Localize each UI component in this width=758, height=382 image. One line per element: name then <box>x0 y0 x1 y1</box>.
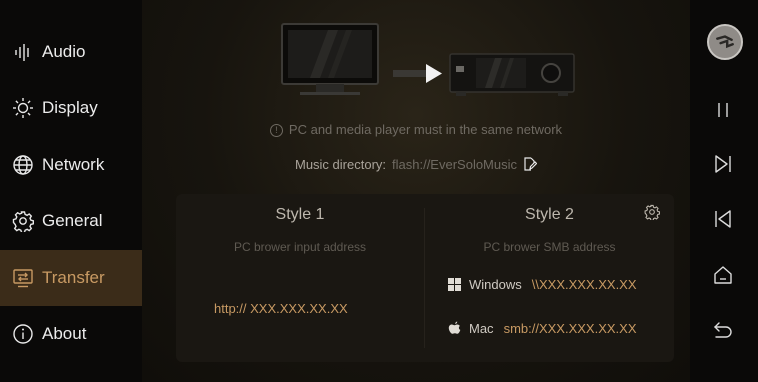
playback-rail <box>690 0 758 382</box>
sidebar-item-network[interactable]: Network <box>0 137 142 193</box>
sidebar-item-label: General <box>42 211 103 230</box>
pause-icon <box>718 103 728 117</box>
previous-track-icon <box>715 210 731 228</box>
mac-row: Mac smb://XXX.XXX.XX.XX <box>448 321 637 336</box>
next-track-button[interactable] <box>706 147 740 181</box>
style1-title: Style 1 <box>275 206 325 223</box>
sidebar-item-audio[interactable]: Audio <box>0 24 142 80</box>
audio-bars-icon <box>12 41 34 63</box>
transfer-icon <box>12 267 34 289</box>
sidebar-item-label: Network <box>42 155 105 174</box>
edit-directory-icon[interactable] <box>523 157 538 171</box>
home-button[interactable] <box>706 258 740 292</box>
style1-address: http:// XXX.XXX.XX.XX <box>214 301 348 316</box>
album-cover[interactable] <box>707 24 743 60</box>
brightness-icon <box>12 97 34 119</box>
globe-icon <box>12 154 34 176</box>
sidebar-item-label: About <box>42 324 87 343</box>
music-directory-row: Music directory: flash://EverSoloMusic <box>142 157 690 172</box>
style1-subtitle: PC brower input address <box>233 240 367 254</box>
home-icon <box>714 266 732 284</box>
mac-address: smb://XXX.XXX.XX.XX <box>503 321 637 336</box>
eversolo-logo-icon <box>716 35 734 49</box>
sidebar-item-label: Display <box>42 98 98 117</box>
style2-title: Style 2 <box>525 206 574 223</box>
divider <box>424 208 425 348</box>
apple-logo-icon <box>448 321 461 334</box>
previous-track-button[interactable] <box>706 202 740 236</box>
transfer-styles-panel: Style 1 PC brower input address http:// … <box>176 194 674 362</box>
sidebar: Audio Display Network General Transfer A… <box>0 0 142 382</box>
sidebar-item-general[interactable]: General <box>0 193 142 249</box>
gear-icon <box>12 210 34 232</box>
network-note-text: PC and media player must in the same net… <box>288 122 563 137</box>
windows-row: Windows \\XXX.XXX.XX.XX <box>448 277 637 292</box>
sidebar-item-transfer[interactable]: Transfer <box>0 250 142 306</box>
next-track-icon <box>715 155 731 173</box>
music-directory-label: Music directory: <box>294 157 387 172</box>
windows-label: Windows <box>469 277 522 292</box>
back-button[interactable] <box>706 313 740 347</box>
style2-subtitle: PC brower SMB address <box>483 240 616 254</box>
sidebar-item-about[interactable]: About <box>0 306 142 362</box>
music-directory-value: flash://EverSoloMusic <box>392 157 518 172</box>
style2-settings-gear-icon[interactable] <box>644 204 660 220</box>
sidebar-item-label: Transfer <box>42 268 105 287</box>
sidebar-item-label: Audio <box>42 42 86 61</box>
windows-address: \\XXX.XXX.XX.XX <box>531 277 637 292</box>
windows-logo-icon <box>448 278 461 291</box>
info-icon <box>12 323 34 345</box>
network-note: ! PC and media player must in the same ne… <box>142 122 690 137</box>
pause-button[interactable] <box>706 93 740 127</box>
pc-to-player-illustration <box>281 23 575 96</box>
transfer-panel: ! PC and media player must in the same ne… <box>142 0 690 382</box>
back-icon <box>714 322 732 338</box>
mac-label: Mac <box>469 321 494 336</box>
info-icon: ! <box>269 124 283 137</box>
sidebar-item-display[interactable]: Display <box>0 80 142 136</box>
